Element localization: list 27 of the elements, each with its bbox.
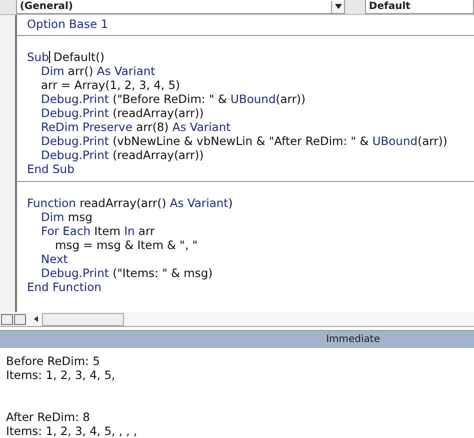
code-line: Debug.Print (vbNewLine & vbNewLin & "After ReDim: " & UBound(arr)): [41, 134, 448, 148]
code-line: Dim arr() As Variant: [41, 64, 156, 78]
code-line: End Sub: [27, 162, 76, 176]
code-line: Debug.Print (readArray(arr)): [41, 148, 205, 162]
code-line: Sub Default(): [27, 50, 106, 64]
code-line: ReDim Preserve arr(8) As Variant: [41, 120, 232, 134]
module-view-button[interactable]: [14, 314, 26, 324]
code-line: For Each Item In arr: [41, 224, 156, 238]
procedure-dropdown[interactable]: Default: [364, 0, 474, 14]
code-line: msg = msg & Item & ", ": [55, 238, 199, 252]
horizontal-scrollbar[interactable]: [42, 312, 124, 326]
output-line: Before ReDim: 5: [6, 354, 101, 368]
output-line: Items: 1, 2, 3, 4, 5, , , ,: [6, 424, 138, 438]
code-line: Option Base 1: [27, 17, 110, 31]
code-line: arr = Array(1, 2, 3, 4, 5): [41, 78, 182, 92]
code-line: Debug.Print (readArray(arr)): [41, 106, 205, 120]
code-line: Debug.Print ("Items: " & msg): [41, 266, 214, 280]
code-line: Next: [41, 252, 69, 266]
object-dropdown[interactable]: (General): [16, 0, 346, 14]
code-line: Function readArray(arr() As Variant): [27, 196, 234, 210]
code-line: End Function: [27, 280, 102, 294]
code-line: Dim msg: [41, 210, 94, 224]
output-line: After ReDim: 8: [6, 410, 91, 424]
procedure-view-button[interactable]: [1, 314, 13, 324]
immediate-title: Immediate: [0, 330, 474, 348]
output-line: Items: 1, 2, 3, 4, 5,: [6, 368, 116, 382]
code-line: Debug.Print ("Before ReDim: " & UBound(arr)): [41, 92, 307, 106]
